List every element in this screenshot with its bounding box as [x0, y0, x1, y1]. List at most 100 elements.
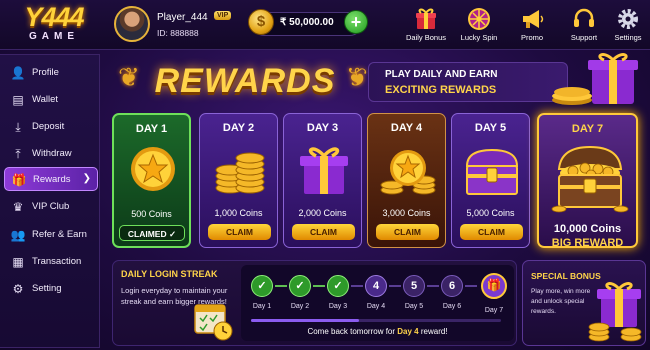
day-card-5[interactable]: DAY 5 5,000 Coins CLAIM: [451, 113, 530, 248]
streak-step-1: ✓: [251, 275, 273, 297]
day-label: DAY 3: [306, 122, 339, 134]
day-label: DAY 5: [474, 122, 507, 134]
sidebar-item-deposit[interactable]: ⤓ Deposit: [4, 115, 98, 139]
streak-connector: [427, 285, 439, 287]
page-title: REWARDS: [154, 62, 336, 100]
streak-message-day: Day 4: [397, 327, 419, 336]
sidebar-item-label: Refer & Earn: [32, 229, 87, 240]
coin-icon: $: [248, 9, 274, 35]
sidebar: 👤 Profile ▤ Wallet ⤓ Deposit ⤒ Withdraw …: [0, 54, 100, 348]
streak-progress-fill: [251, 319, 359, 322]
special-bonus-description: Play more, win more and unlock special r…: [531, 288, 591, 315]
tagline-line2: EXCITING REWARDS: [385, 84, 497, 96]
day-coins: 2,000 Coins: [298, 208, 347, 218]
sidebar-item-setting[interactable]: ⚙ Setting: [4, 277, 98, 301]
sidebar-item-refer-earn[interactable]: 👥 Refer & Earn: [4, 223, 98, 247]
day-label: DAY 1: [135, 123, 168, 135]
wheel-icon: [453, 6, 505, 32]
streak-day-label: Day 7: [484, 307, 504, 314]
coin-stack-icon: [215, 152, 265, 194]
streak-message-pre: Come back tomorrow for: [307, 327, 398, 336]
streak-message-post: reward!: [418, 327, 448, 336]
streak-day-label: Day 4: [366, 303, 386, 310]
vip-badge: VIP: [214, 11, 232, 20]
gift-coins-icon: [588, 282, 642, 342]
streak-connector: [351, 285, 363, 287]
day-card-2[interactable]: DAY 2 1,000 Coins CLAIM: [199, 113, 278, 248]
gift-icon: 🎁: [11, 173, 27, 187]
settings-label: Settings: [614, 33, 642, 42]
streak-day-label: Day 2: [290, 303, 310, 310]
gear-icon: [602, 6, 650, 32]
star-coin-icon: [131, 147, 175, 191]
user-icon: 👤: [10, 66, 26, 80]
day-coins: 1,000 Coins: [214, 208, 263, 218]
gift-box-icon: [300, 147, 348, 194]
streak-step-5: 5: [403, 275, 425, 297]
day-card-7[interactable]: DAY 7 10,000 Coins BIG REWARD: [537, 113, 638, 249]
streak-tracker: ✓ ✓ ✓ 4 5 6 🎁 Day 1 Day 2 Day 3 Day 4 Da…: [241, 265, 514, 341]
claim-button[interactable]: CLAIM: [376, 224, 439, 240]
streak-message: Come back tomorrow for Day 4 reward!: [241, 327, 514, 336]
sidebar-item-label: Withdraw: [32, 148, 72, 159]
sidebar-item-label: Wallet: [32, 94, 59, 105]
add-funds-button[interactable]: +: [344, 10, 368, 34]
gear-icon: ⚙: [12, 282, 24, 296]
laurel-left-icon: ❦: [118, 62, 140, 92]
streak-connector: [389, 285, 401, 287]
day-label: DAY 4: [390, 122, 423, 134]
day-label: DAY 2: [222, 122, 255, 134]
star-coins-icon: [380, 150, 436, 195]
claimed-button[interactable]: CLAIMED ✓: [119, 225, 185, 241]
document-icon: ▦: [12, 255, 24, 269]
gift-icon: 🎁: [481, 273, 507, 299]
day-coins: 5,000 Coins: [466, 208, 515, 218]
avatar[interactable]: [114, 6, 150, 42]
special-bonus-panel[interactable]: SPECIAL BONUS Play more, win more and un…: [522, 260, 646, 346]
lucky-spin-button[interactable]: Lucky Spin: [453, 6, 505, 46]
check-icon: ✓: [168, 229, 177, 239]
claim-button[interactable]: CLAIM: [460, 224, 523, 240]
daily-login-streak: DAILY LOGIN STREAK Login everyday to mai…: [112, 260, 517, 346]
streak-day-label: Day 5: [404, 303, 424, 310]
promo-button[interactable]: Promo: [506, 6, 558, 46]
deposit-icon: ⤓: [15, 120, 21, 134]
streak-step-4: 4: [365, 275, 387, 297]
sidebar-item-label: Rewards: [33, 174, 71, 185]
withdraw-icon: ⤒: [15, 147, 21, 161]
day-card-4[interactable]: DAY 4 3,000 Coins CLAIM: [367, 113, 446, 248]
gift-stack-icon: [552, 53, 638, 105]
day-card-3[interactable]: DAY 3 2,000 Coins CLAIM: [283, 113, 362, 248]
settings-button[interactable]: Settings: [602, 6, 650, 46]
claim-button[interactable]: CLAIM: [208, 224, 271, 240]
player-id: ID: 888888: [157, 28, 199, 38]
sidebar-item-wallet[interactable]: ▤ Wallet: [4, 88, 98, 112]
top-bar: Y444 GAME Player_444 VIP ID: 888888 $ ₹ …: [0, 0, 650, 50]
game-logo[interactable]: Y444 GAME: [6, 4, 102, 46]
streak-day-label: Day 1: [252, 303, 272, 310]
sidebar-item-label: Deposit: [32, 121, 65, 132]
rewards-screen: Y444 GAME Player_444 VIP ID: 888888 $ ₹ …: [0, 0, 650, 350]
streak-step-3: ✓: [327, 275, 349, 297]
daily-bonus-button[interactable]: Daily Bonus: [400, 6, 452, 46]
claim-button[interactable]: CLAIM: [292, 224, 355, 240]
sidebar-item-rewards[interactable]: 🎁 Rewards ❯: [4, 167, 98, 191]
streak-step-6: 6: [441, 275, 463, 297]
sidebar-item-label: Setting: [32, 283, 62, 294]
streak-title: DAILY LOGIN STREAK: [121, 269, 218, 279]
lucky-spin-label: Lucky Spin: [460, 33, 498, 42]
chevron-right-icon: ❯: [82, 173, 91, 184]
big-reward-label: BIG REWARD: [551, 237, 624, 249]
sidebar-item-label: Transaction: [32, 256, 82, 267]
logo-subtext: GAME: [29, 31, 79, 42]
megaphone-icon: [506, 6, 558, 32]
calendar-clock-icon: [194, 304, 233, 341]
laurel-right-icon: ❦: [346, 62, 368, 92]
sidebar-item-vip-club[interactable]: ♛ VIP Club: [4, 195, 98, 219]
sidebar-item-transaction[interactable]: ▦ Transaction: [4, 250, 98, 274]
sidebar-item-withdraw[interactable]: ⤒ Withdraw: [4, 142, 98, 166]
sidebar-item-profile[interactable]: 👤 Profile: [4, 61, 98, 85]
streak-day-label: Day 3: [328, 303, 348, 310]
users-icon: 👥: [10, 228, 26, 242]
day-card-1[interactable]: DAY 1 500 Coins CLAIMED ✓: [112, 113, 191, 248]
